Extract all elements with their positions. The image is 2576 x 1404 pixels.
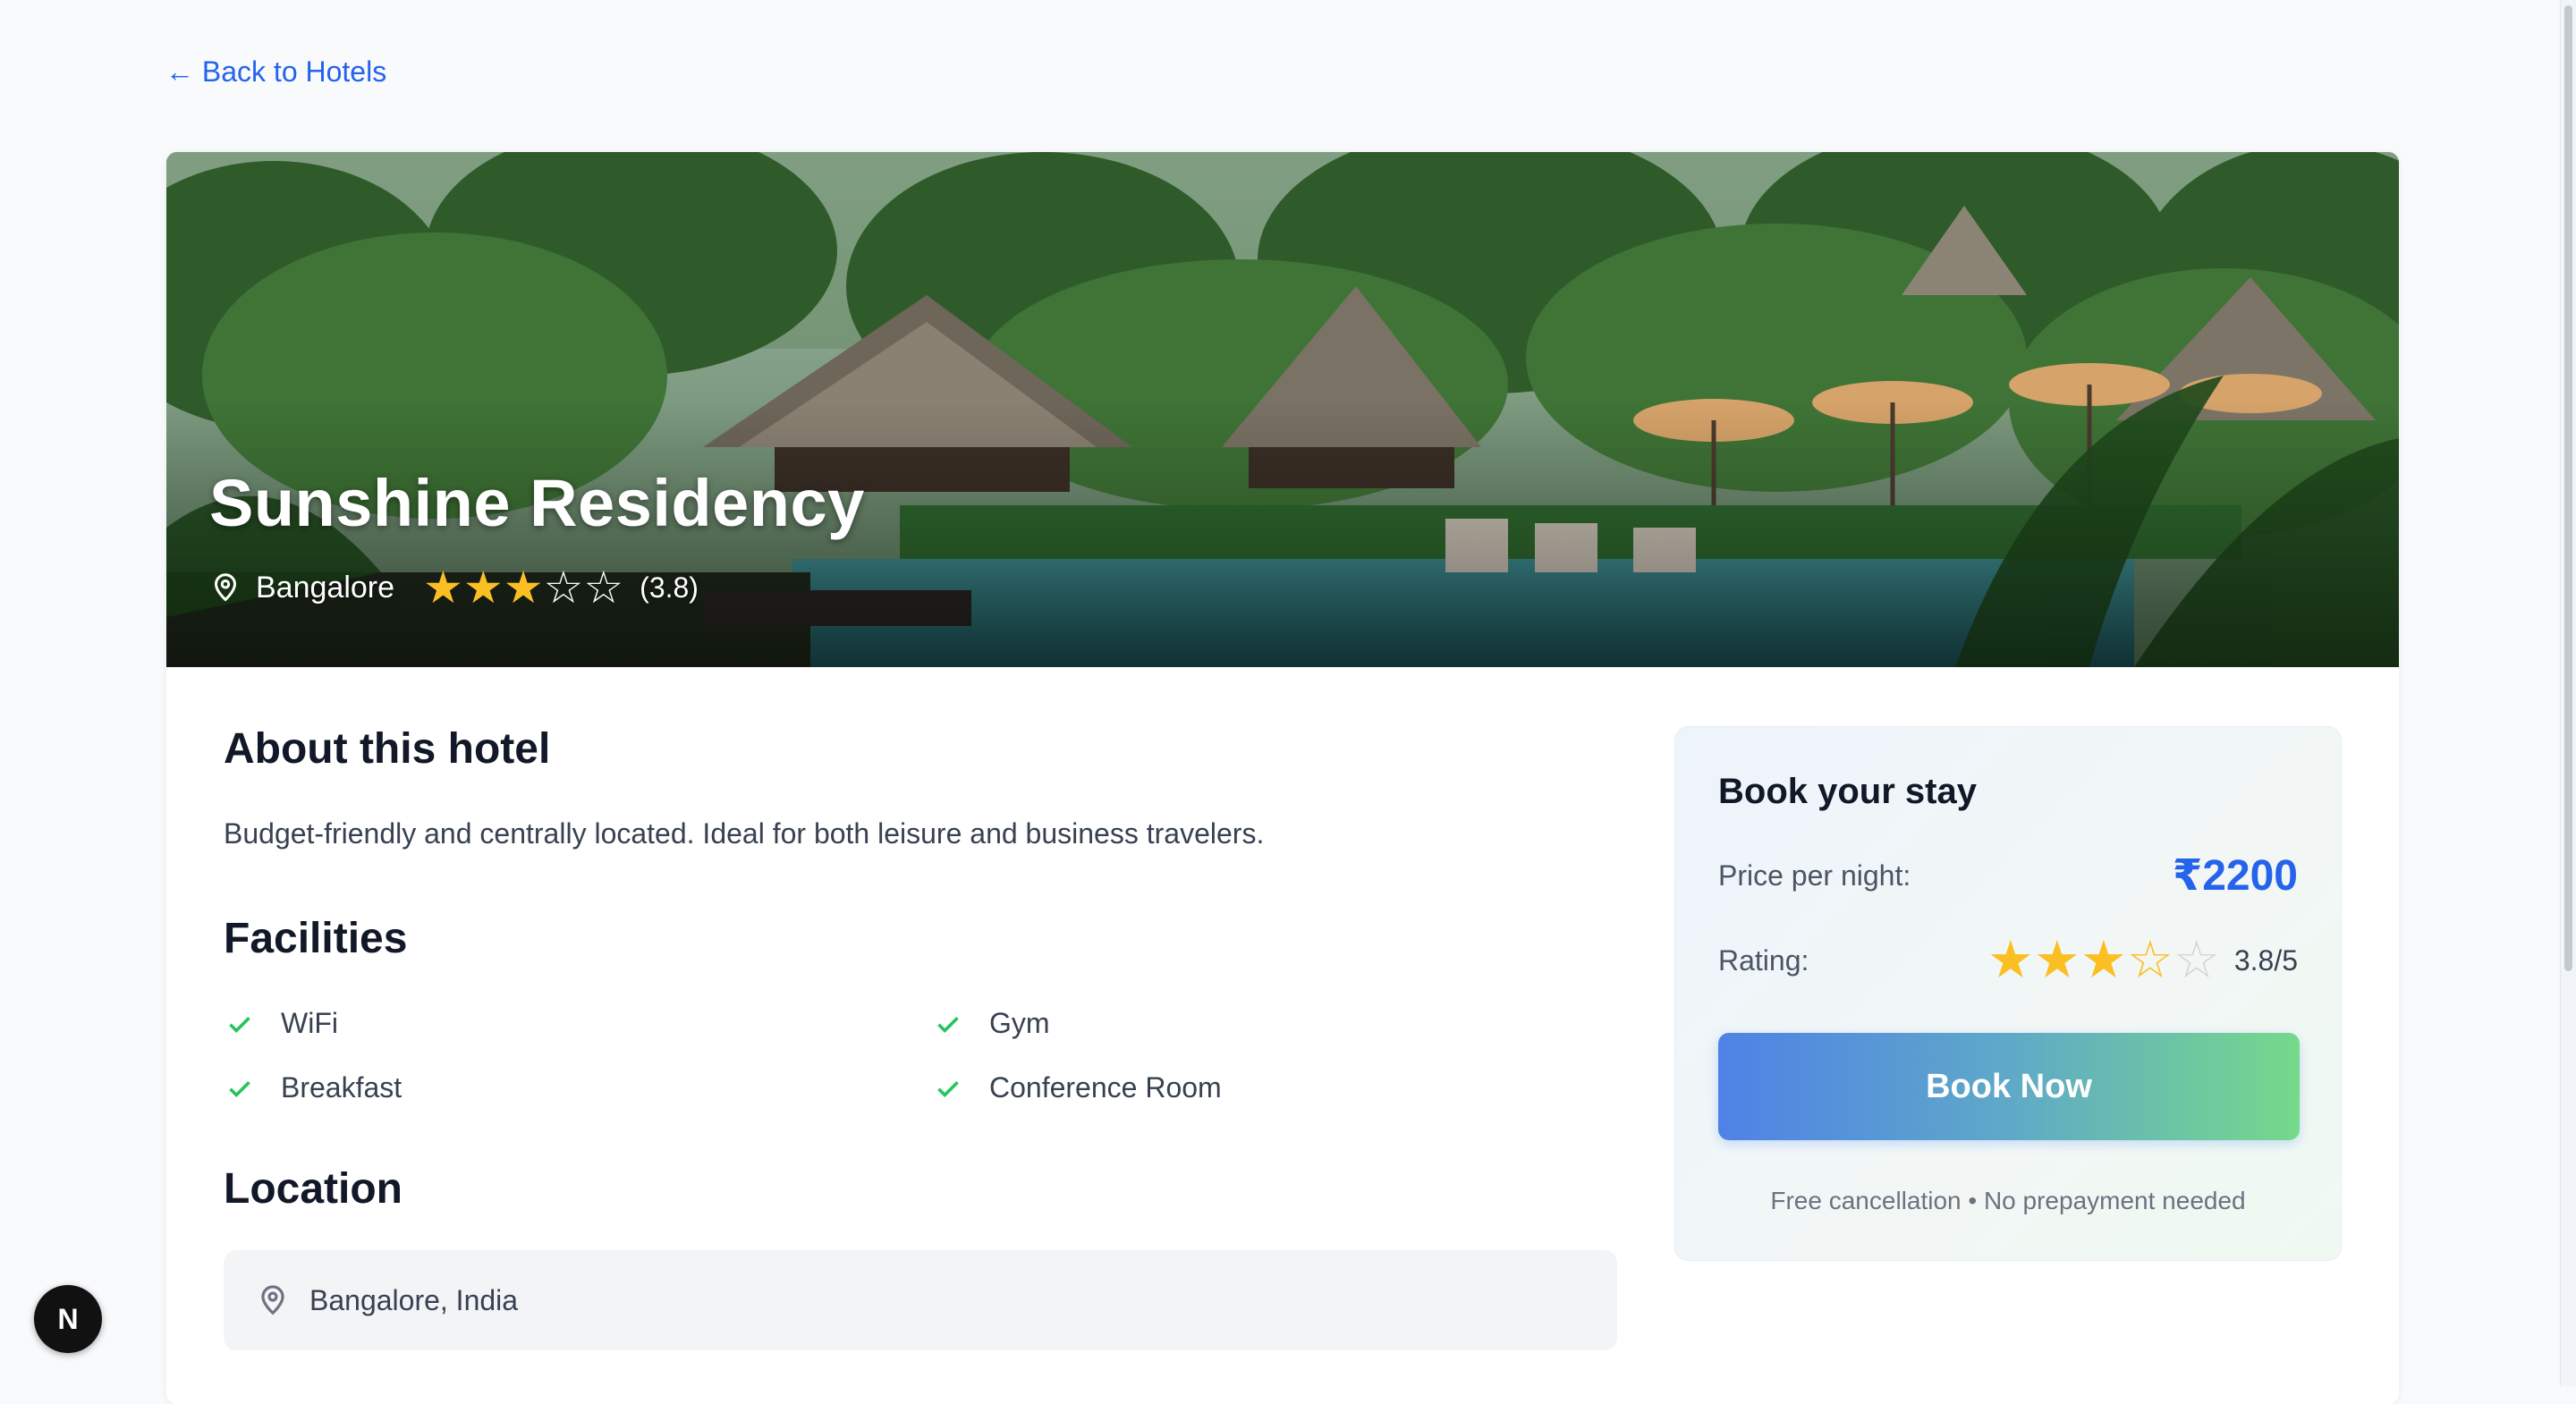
map-pin-icon (214, 573, 237, 602)
star-icon: ★ (2033, 931, 2080, 989)
star-icon: ★ (423, 562, 463, 613)
hero-star-rating: ★ ★ ★ ☆ ☆ (423, 565, 623, 610)
page-scrollbar[interactable] (2560, 0, 2576, 1386)
hotel-city: Bangalore (256, 570, 395, 605)
star-outline-icon: ☆ (583, 562, 624, 613)
booking-title: Book your stay (1718, 772, 1977, 811)
check-icon (937, 1016, 959, 1033)
facility-item: Breakfast (224, 1071, 402, 1104)
hotel-rating-text: (3.8) (640, 571, 699, 604)
check-icon (937, 1080, 959, 1097)
star-outline-icon: ☆ (2126, 931, 2174, 989)
star-icon: ★ (2080, 931, 2127, 989)
facility-label: Breakfast (281, 1071, 402, 1104)
location-address: Bangalore, India (309, 1283, 519, 1316)
price-label: Price per night: (1718, 858, 1911, 892)
map-pin-icon (261, 1285, 284, 1315)
star-icon: ★ (503, 562, 544, 613)
book-now-button[interactable]: Book Now (1718, 1033, 2300, 1140)
nextjs-devtools-icon[interactable]: N (34, 1285, 102, 1353)
facility-label: Conference Room (989, 1071, 1222, 1104)
facilities-title: Facilities (224, 915, 408, 962)
about-description: Budget-friendly and centrally located. I… (224, 817, 1265, 850)
hotel-hero-image: Sunshine Residency Bangalore ★ ★ ★ ☆ ☆ (… (166, 152, 2399, 667)
star-outline-icon: ☆ (2173, 931, 2220, 989)
back-to-hotels-link[interactable]: ← Back to Hotels (165, 55, 386, 89)
rating-value: 3.8/5 (2233, 943, 2298, 977)
check-icon (229, 1016, 250, 1033)
hotel-meta: Bangalore ★ ★ ★ ☆ ☆ (3.8) (209, 565, 699, 610)
location-box: Bangalore, India (224, 1250, 1617, 1350)
hotel-name: Sunshine Residency (209, 466, 865, 540)
scrollbar-thumb[interactable] (2564, 5, 2572, 971)
star-icon: ★ (462, 562, 504, 613)
rating-row: Rating: ★ ★ ★ ☆ ☆ 3.8/5 (1718, 935, 2298, 986)
facility-item: Conference Room (932, 1071, 1222, 1104)
check-icon (229, 1080, 250, 1097)
hotel-detail-card: Sunshine Residency Bangalore ★ ★ ★ ☆ ☆ (… (166, 152, 2399, 1404)
star-icon: ★ (1987, 931, 2034, 989)
star-outline-icon: ☆ (543, 562, 584, 613)
price-value: ₹2200 (2172, 852, 2298, 900)
booking-star-rating: ★ ★ ★ ☆ ☆ 3.8/5 (1987, 935, 2298, 986)
rating-label: Rating: (1718, 943, 1809, 977)
about-title: About this hotel (224, 725, 551, 773)
booking-card: Book your stay Price per night: ₹2200 Ra… (1674, 726, 2342, 1261)
facility-item: WiFi (224, 1007, 338, 1040)
price-row: Price per night: ₹2200 (1718, 850, 2298, 901)
booking-note: Free cancellation • No prepayment needed (1770, 1187, 2246, 1214)
facility-item: Gym (932, 1007, 1050, 1040)
facility-label: Gym (989, 1007, 1050, 1039)
location-title: Location (224, 1165, 402, 1213)
facility-label: WiFi (281, 1007, 338, 1039)
